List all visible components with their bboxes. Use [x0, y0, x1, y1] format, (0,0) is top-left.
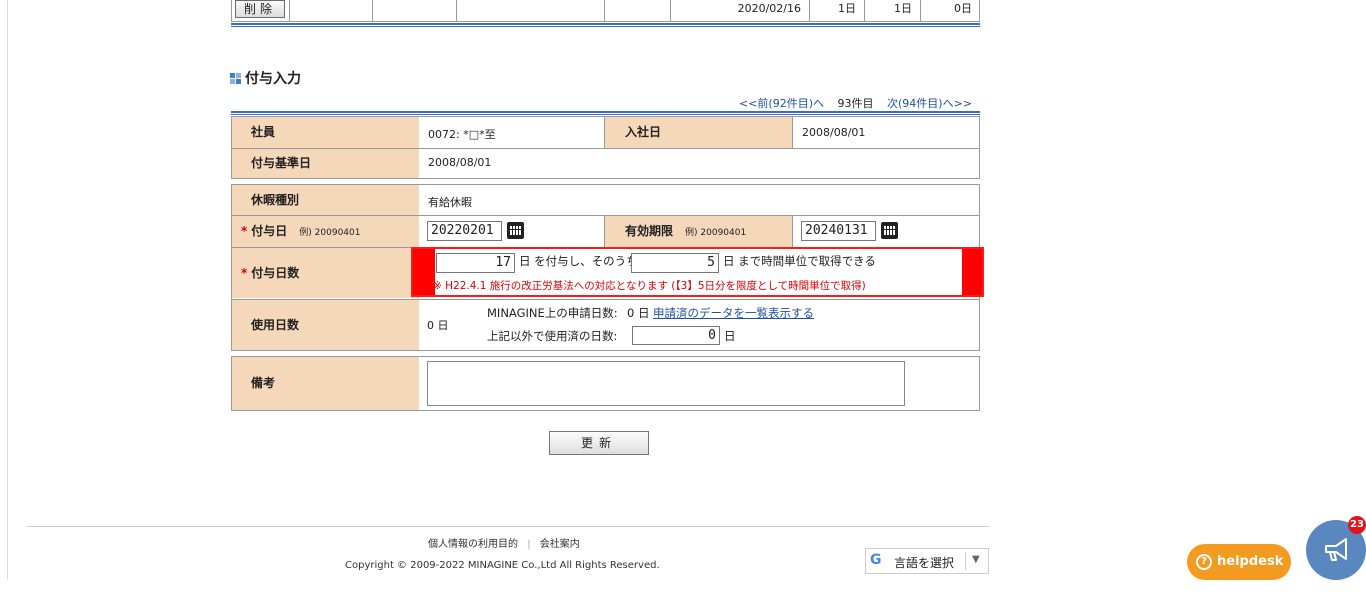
law-note: ※ H22.4.1 施行の改正労基法への対応となります (【3】5日分を限度とし…: [433, 280, 866, 292]
question-icon: ?: [1196, 554, 1212, 570]
required-mark: *: [241, 266, 248, 280]
delete-button[interactable]: 削除: [235, 0, 285, 18]
left-border: [7, 0, 8, 580]
privacy-link[interactable]: 個人情報の利用目的: [428, 539, 518, 550]
employee-info-block: 社員 0072: *□*至 入社日 2008/08/01 付与基準日 2008/…: [231, 116, 980, 179]
google-icon: G: [870, 552, 882, 568]
pager-current: 93件目: [837, 97, 874, 110]
highlight-bar: [413, 249, 435, 295]
expiry-date-input[interactable]: 20240131: [801, 221, 876, 241]
grant-date-label: 付与日: [251, 224, 288, 238]
table-cell-days: 0日: [920, 0, 980, 22]
calendar-icon[interactable]: [507, 222, 524, 239]
leave-type-label: 休暇種別: [232, 185, 419, 215]
minagine-days-value: 0 日: [627, 306, 650, 320]
minagine-days-label: MINAGINE上の申請日数:: [487, 306, 618, 320]
footer-divider: [27, 526, 989, 527]
expiry-example: 例) 20090401: [685, 228, 747, 238]
grant-date-input[interactable]: 20220201: [427, 221, 502, 241]
previous-table-row: 削除 2020/02/16 1日 1日 0日: [231, 0, 980, 22]
update-button[interactable]: 更新: [549, 431, 649, 455]
divider: [604, 117, 605, 148]
pager-next-link[interactable]: 次(94件目)へ>>: [887, 97, 972, 110]
grant-date-example: 例) 20090401: [299, 228, 361, 238]
table-cell: [456, 0, 604, 22]
divider: [792, 117, 793, 148]
copyright: Copyright © 2009-2022 MINAGINE Co.,Ltd A…: [345, 560, 660, 571]
language-selector[interactable]: G 言語を選択 ▼: [865, 548, 989, 574]
other-used-input[interactable]: 0: [632, 326, 720, 345]
remarks-label: 備考: [232, 357, 419, 410]
employee-value: 0072: *□*至: [428, 128, 496, 141]
leave-type-value: 有給休暇: [428, 196, 472, 209]
company-link[interactable]: 会社案内: [540, 539, 580, 550]
pager: <<前(92件目)へ 93件目 次(94件目)へ>>: [739, 95, 972, 111]
divider: [231, 111, 980, 115]
grant-days-text: 日 を付与し、そのうち: [519, 254, 638, 268]
hourly-days-text: 日 まで時間単位で取得できる: [723, 254, 876, 268]
table-cell: [289, 0, 372, 22]
notification-badge: 23: [1348, 516, 1366, 534]
hourly-days-input[interactable]: 5: [631, 253, 719, 273]
divider: [792, 216, 793, 247]
dropdown-arrow-icon: ▼: [972, 554, 980, 565]
grant-days-label: 付与日数: [251, 266, 300, 280]
base-date-value: 2008/08/01: [428, 156, 492, 169]
expiry-label: 有効期限: [625, 224, 674, 238]
base-date-label: 付与基準日: [232, 149, 419, 178]
used-days-value: 0 日: [427, 319, 449, 332]
grant-days-label-cell: * 付与日数: [232, 248, 419, 298]
table-cell-days: 1日: [809, 0, 864, 22]
table-cell: [604, 0, 670, 22]
calendar-icon[interactable]: [881, 222, 898, 239]
section-title-text: 付与入力: [245, 71, 301, 87]
other-used-unit: 日: [724, 329, 736, 343]
helpdesk-label: helpdesk: [1217, 554, 1284, 569]
footer-links: 個人情報の利用目的 | 会社案内: [428, 535, 580, 550]
employee-label: 社員: [232, 117, 419, 148]
helpdesk-button[interactable]: ? helpdesk: [1187, 544, 1291, 580]
divider: [231, 23, 980, 27]
separator: |: [527, 539, 531, 550]
grant-days-input[interactable]: 17: [436, 253, 515, 273]
separator: [965, 552, 966, 570]
used-days-label: 使用日数: [232, 300, 419, 350]
table-cell-date: 2020/02/16: [670, 0, 809, 22]
required-mark: *: [241, 224, 248, 238]
applied-data-link[interactable]: 申請済のデータを一覧表示する: [653, 305, 814, 321]
other-used-label: 上記以外で使用済の日数:: [487, 329, 618, 343]
expiry-label-cell: 有効期限 例) 20090401: [605, 216, 792, 247]
section-title: 付与入力: [230, 68, 301, 88]
table-cell-days: 1日: [864, 0, 920, 22]
language-selector-label: 言語を選択: [894, 556, 955, 570]
hire-date-label: 入社日: [605, 117, 792, 148]
pager-prev-link[interactable]: <<前(92件目)へ: [739, 97, 824, 110]
grid-icon: [230, 73, 241, 84]
remarks-textarea[interactable]: [427, 361, 905, 406]
table-cell: [372, 0, 456, 22]
highlight-bar: [962, 249, 982, 295]
hire-date-value: 2008/08/01: [802, 126, 866, 139]
grant-date-label-cell: * 付与日 例) 20090401: [232, 216, 419, 247]
